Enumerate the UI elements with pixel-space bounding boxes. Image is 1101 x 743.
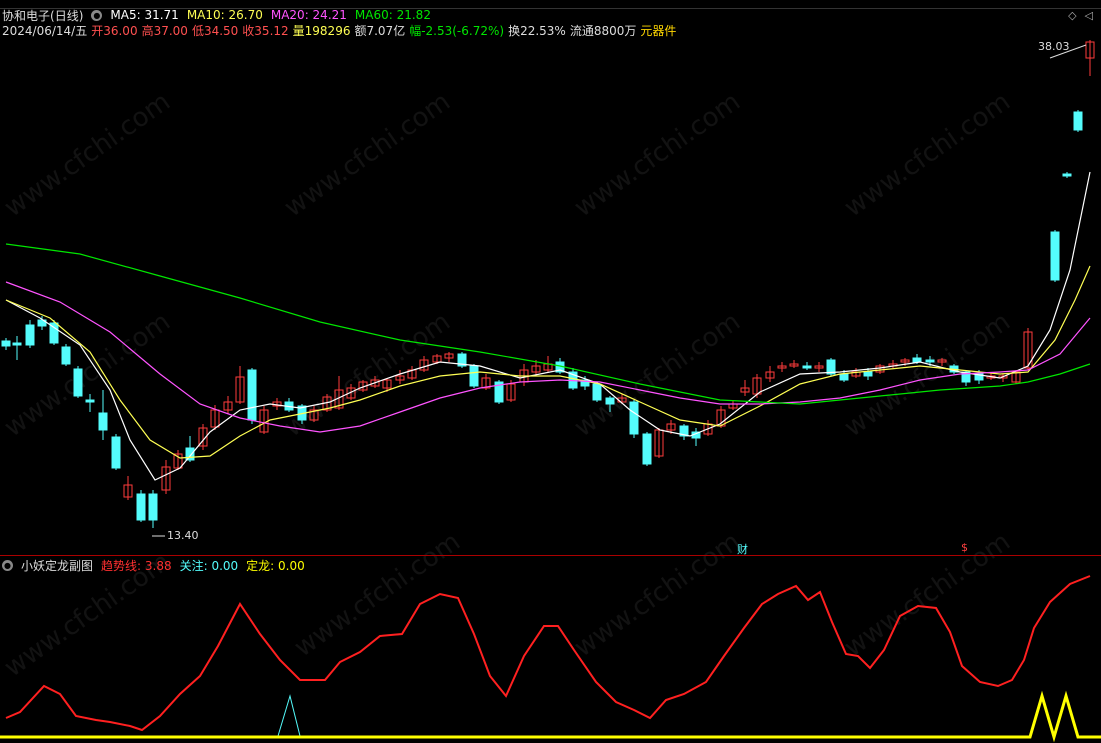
candle-body [1050,231,1060,281]
high-price-label: 38.03 [1038,40,1070,53]
candle-body [185,447,195,461]
candle-body [148,493,158,521]
kline-chart[interactable] [0,0,1101,743]
candle-body [1,340,11,347]
trend-line [5,575,1091,732]
dragon-line [0,690,1101,743]
candle-body [592,383,602,401]
candle-body [839,373,849,381]
dollar-badge[interactable]: $ [961,541,968,554]
ma5-line [5,171,1091,481]
low-price-label: 13.40 [167,529,199,542]
candle-body [605,397,615,405]
candle-body [1073,111,1083,131]
candle-body [12,342,22,346]
candle-body [111,436,121,469]
candle-body [802,365,812,369]
candle-body [629,401,639,435]
focus-label: 关注: 0.00 [179,558,239,573]
candle-body [25,324,35,346]
candle-body [136,493,146,521]
indicator-header: ● 小妖定龙副图 趋势线: 3.88 关注: 0.00 定龙: 0.00 [2,557,305,573]
candle-body [863,371,873,377]
candle-body [925,359,935,363]
focus-spike [277,694,301,737]
candle-body [85,399,95,403]
indicator-settings-icon[interactable]: ● [2,559,13,571]
trend-label: 趋势线: 3.88 [101,558,172,573]
candle-body [642,433,652,465]
candle-body [469,365,479,387]
candle-body [73,368,83,397]
candle-body [247,369,257,421]
candle-body [61,346,71,365]
candle-body [98,412,108,431]
candle-body [912,357,922,363]
dragon-label: 定龙: 0.00 [246,558,305,573]
candle-body [1062,173,1072,177]
indicator-name: 小妖定龙副图 [21,558,94,573]
